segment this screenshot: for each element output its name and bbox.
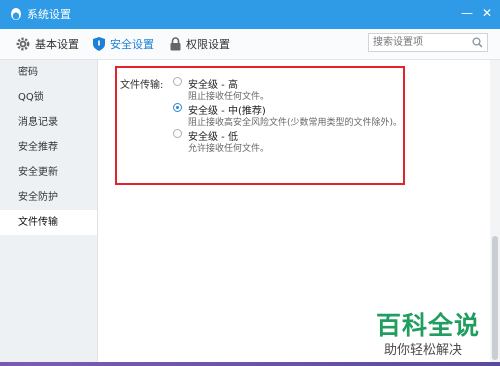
search-box <box>368 33 488 52</box>
sidebar-item-security-recommend[interactable]: 安全推荐 <box>0 135 97 160</box>
shield-icon <box>93 37 105 51</box>
settings-sidebar: 密码 QQ锁 消息记录 安全推荐 安全更新 安全防护 文件传输 <box>0 60 98 362</box>
tab-permission-settings[interactable]: 权限设置 <box>170 29 230 59</box>
close-button[interactable]: ✕ <box>480 6 494 20</box>
lock-icon <box>170 37 181 51</box>
sidebar-item-password[interactable]: 密码 <box>0 60 97 85</box>
sidebar-item-qq-lock[interactable]: QQ锁 <box>0 85 97 110</box>
sidebar-item-file-transfer[interactable]: 文件传输 <box>0 210 97 235</box>
minimize-button[interactable]: — <box>460 6 474 20</box>
radio-button[interactable] <box>173 77 182 86</box>
sidebar-item-message-history[interactable]: 消息记录 <box>0 110 97 135</box>
watermark-title: 百科全说 <box>376 311 481 340</box>
search-icon[interactable] <box>472 37 483 48</box>
option-description: 阻止接收高安全风险文件(少数常用类型的文件除外)。 <box>188 118 403 128</box>
tab-label: 基本设置 <box>35 38 79 51</box>
option-description: 允许接收任何文件。 <box>188 144 270 154</box>
radio-button-checked[interactable] <box>173 103 182 112</box>
qq-penguin-icon <box>11 8 21 20</box>
tab-basic-settings[interactable]: 基本设置 <box>16 29 79 59</box>
watermark-subtitle: 助你轻松解决 <box>384 343 463 358</box>
title-bar: 系统设置 — ✕ <box>0 0 500 29</box>
window-title: 系统设置 <box>27 8 71 21</box>
tab-label: 权限设置 <box>186 38 230 51</box>
search-input[interactable] <box>373 35 463 50</box>
tab-security-settings[interactable]: 安全设置 <box>93 29 154 59</box>
toolbar: 基本设置 安全设置 权限设置 <box>0 29 500 60</box>
watermark: 百科全说 助你轻松解决 <box>376 306 496 362</box>
tab-label: 安全设置 <box>110 38 154 51</box>
radio-button[interactable] <box>173 129 182 138</box>
sidebar-item-security-protection[interactable]: 安全防护 <box>0 185 97 210</box>
sidebar-item-security-update[interactable]: 安全更新 <box>0 160 97 185</box>
file-transfer-label: 文件传输: <box>120 80 164 91</box>
option-description: 阻止接收任何文件。 <box>188 92 270 102</box>
gear-icon <box>16 37 30 51</box>
